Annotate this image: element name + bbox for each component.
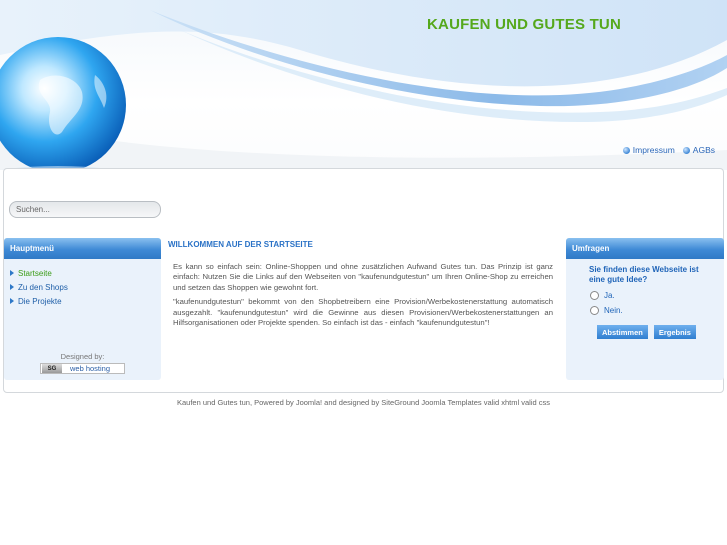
main-menu: Startseite Zu den Shops Die Projekte xyxy=(4,259,161,308)
article-paragraph: "kaufenundgutestun" bekommt von den Shop… xyxy=(173,297,553,328)
menu-item-zu-den-shops[interactable]: Zu den Shops xyxy=(10,280,161,294)
footer-text: Kaufen und Gutes tun, Powered by Joomla!… xyxy=(177,398,550,407)
menu-item-die-projekte[interactable]: Die Projekte xyxy=(10,294,161,308)
poll-box: Umfragen Sie finden diese Webseite ist e… xyxy=(566,238,724,380)
search-input[interactable] xyxy=(9,201,161,218)
designed-by-label: Designed by: xyxy=(60,352,105,361)
results-button[interactable]: Ergebnis xyxy=(653,325,696,339)
impressum-link-label: Impressum xyxy=(632,145,675,155)
menu-item-label: Die Projekte xyxy=(18,296,62,306)
vote-button[interactable]: Abstimmen xyxy=(597,325,648,339)
poll-option-nein[interactable]: Nein. xyxy=(566,303,724,318)
poll-option-ja[interactable]: Ja. xyxy=(566,288,724,303)
main-menu-heading: Hauptmenü xyxy=(4,238,161,259)
poll-option-label: Ja. xyxy=(604,291,615,300)
radio-button[interactable] xyxy=(590,291,599,300)
arrow-icon xyxy=(10,270,14,276)
poll-buttons: Abstimmen Ergebnis xyxy=(566,318,724,339)
siteground-logo: SG xyxy=(42,364,62,373)
web-hosting-label: web hosting xyxy=(70,364,111,373)
menu-item-label: Startseite xyxy=(18,268,52,278)
radio-button[interactable] xyxy=(590,306,599,315)
main-menu-box: Hauptmenü Startseite Zu den Shops Die Pr… xyxy=(4,238,161,380)
impressum-link[interactable]: Impressum xyxy=(622,145,675,155)
agbs-link-label: AGBs xyxy=(692,145,715,155)
bullet-icon xyxy=(682,146,690,154)
site-title: KAUFEN UND GUTES TUN xyxy=(427,16,621,33)
article-body: Es kann so einfach sein: Online-Shoppen … xyxy=(173,262,553,332)
page-title: WILLKOMMEN AUF DER STARTSEITE xyxy=(168,240,313,249)
menu-item-startseite[interactable]: Startseite xyxy=(10,266,161,280)
bullet-icon xyxy=(622,146,630,154)
agbs-link[interactable]: AGBs xyxy=(682,145,715,155)
top-links: Impressum AGBs xyxy=(622,145,715,155)
poll-option-label: Nein. xyxy=(604,306,623,315)
arrow-icon xyxy=(10,284,14,290)
poll-question: Sie finden diese Webseite ist eine gute … xyxy=(589,265,699,284)
poll-heading: Umfragen xyxy=(566,238,724,259)
web-hosting-badge[interactable]: SG web hosting xyxy=(40,363,125,374)
article-paragraph: Es kann so einfach sein: Online-Shoppen … xyxy=(173,262,553,292)
menu-item-label: Zu den Shops xyxy=(18,282,68,292)
arrow-icon xyxy=(10,298,14,304)
header: KAUFEN UND GUTES TUN Impressum AGBs xyxy=(0,0,727,170)
